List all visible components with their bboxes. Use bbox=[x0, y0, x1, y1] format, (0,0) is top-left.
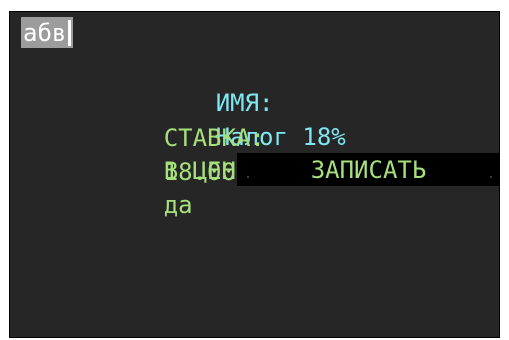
in-price-field[interactable]: В ЦЕНУ: да bbox=[77, 120, 265, 256]
window-frame: абв ИМЯ: Налог 18% СТАВКА: 18.00 В ЦЕНУ:… bbox=[0, 0, 509, 340]
terminal-screen: абв ИМЯ: Налог 18% СТАВКА: 18.00 В ЦЕНУ:… bbox=[9, 11, 500, 338]
input-mode-indicator: абв bbox=[21, 17, 74, 48]
input-mode-label: абв bbox=[23, 18, 67, 47]
save-button-label: ЗАПИСАТЬ bbox=[310, 155, 427, 184]
button-left-dot bbox=[247, 176, 249, 178]
in-price-value[interactable]: да bbox=[164, 191, 193, 219]
button-right-dot bbox=[490, 176, 492, 178]
text-cursor bbox=[68, 19, 72, 46]
save-button[interactable]: ЗАПИСАТЬ bbox=[237, 153, 500, 186]
